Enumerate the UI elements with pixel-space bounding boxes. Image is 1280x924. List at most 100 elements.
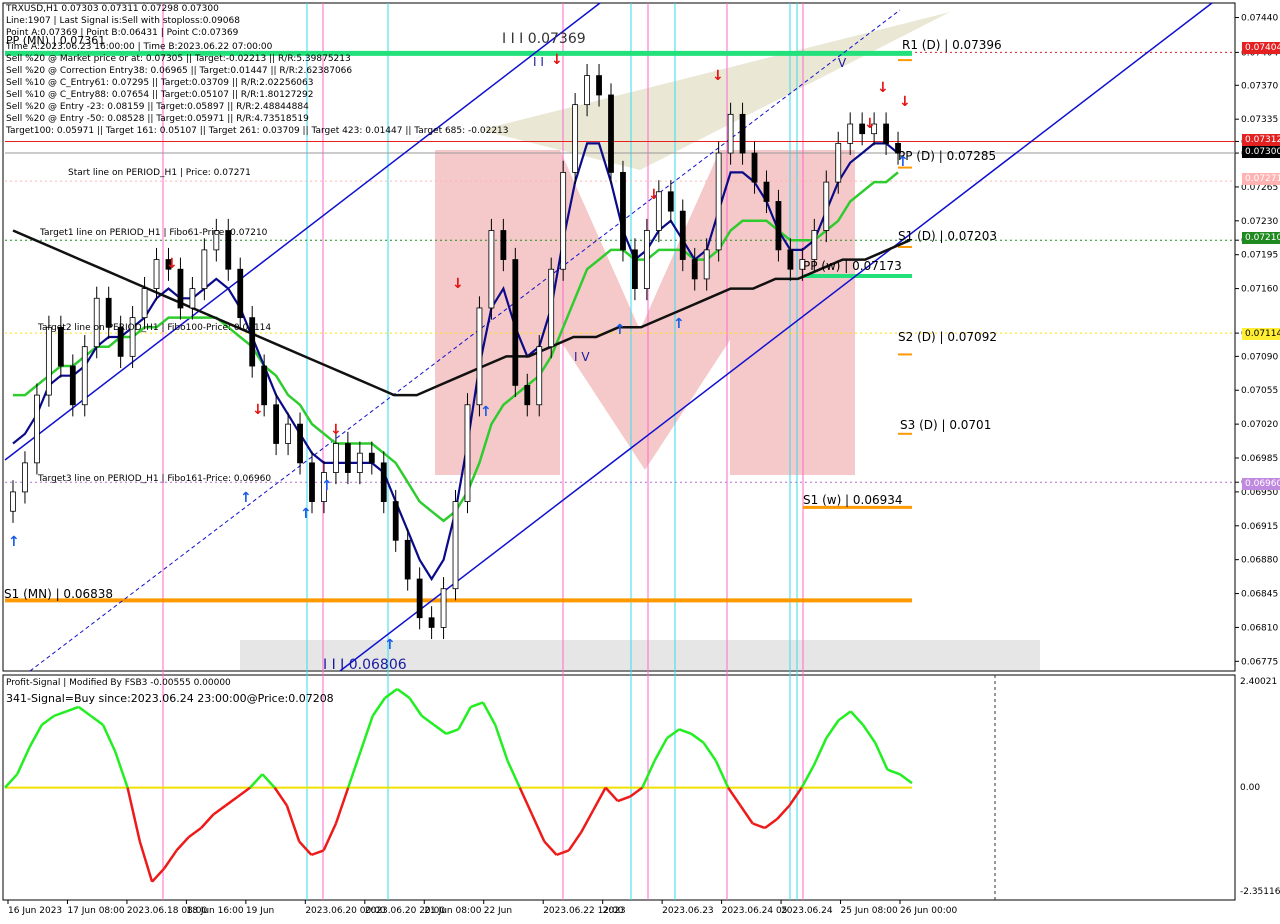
- indicator-segment-38: [457, 706, 472, 730]
- price-tag-target1: 0.07210: [1242, 232, 1280, 244]
- indicator-segment-12: [138, 841, 154, 883]
- candle-body-56: [679, 210, 686, 260]
- indicator-segment-33: [396, 687, 411, 699]
- target3-label: Target3 line on PERIOD_H1 | Fibo161-Pric…: [38, 474, 272, 484]
- s2-d-label: S2 (D) | 0.07092: [898, 330, 997, 344]
- indicator-segment-45: [543, 840, 558, 856]
- candle-body-57: [691, 259, 698, 280]
- indicator-segment-3: [28, 724, 43, 748]
- candle-body-15: [189, 288, 196, 309]
- candle-body-48: [584, 75, 590, 106]
- candle-body-52: [632, 249, 638, 289]
- indicator-segment-16: [188, 826, 202, 838]
- candle-body-21: [261, 365, 268, 406]
- indicator-segment-15: [175, 836, 190, 852]
- signal-line-0: Sell %20 @ Market price or at: 0.07305 |…: [6, 54, 351, 64]
- indicator-segment-65: [788, 786, 803, 807]
- buy-arrow-icon-0: ↑: [8, 534, 20, 550]
- price-tick-label-13: 0.07055: [1241, 386, 1278, 396]
- price-tick-label-20: 0.06845: [1241, 590, 1278, 600]
- buy-arrow-icon-7: ↑: [673, 316, 685, 332]
- indicator-segment-71: [861, 724, 877, 744]
- time-tick-label-8: 22 Jun: [484, 906, 512, 916]
- indicator-segment-56: [678, 728, 692, 735]
- indicator-segment-68: [825, 719, 840, 739]
- indicator-segment-64: [776, 804, 791, 820]
- indicator-segment-24: [285, 805, 301, 842]
- indicator-segment-14: [163, 849, 178, 870]
- signal-line-4: Sell %20 @ Entry -23: 0.08159 || Target:…: [6, 102, 309, 112]
- time-tick-label-0: 16 Jun 2023: [8, 906, 62, 916]
- indicator-segment-41: [494, 724, 509, 762]
- indicator-segment-61: [739, 804, 754, 825]
- indicator-axis-zero: 0.00: [1240, 783, 1261, 793]
- indicator-segment-1: [4, 773, 19, 789]
- price-chart[interactable]: ↓↓↓↓↓↓↓↓↓↓↑↑↑↑↑↑↑↑↑ 0.074400.074040.0737…: [0, 0, 1280, 920]
- indicator-segment-43: [518, 787, 534, 816]
- sell-arrow-icon-6: ↓: [712, 68, 724, 84]
- indicator-segment-67: [812, 737, 828, 766]
- buy-arrow-icon-6: ↑: [614, 322, 626, 338]
- time-tick-label-12: 2023.06.24 05: [722, 906, 788, 916]
- candle-body-6: [81, 346, 88, 406]
- time-tick-label-13: 2023.06.24: [781, 906, 833, 916]
- candle-body-64: [775, 201, 782, 251]
- indicator-segment-50: [604, 786, 619, 802]
- candle-body-11: [141, 288, 148, 319]
- indicator-segment-13: [151, 867, 166, 883]
- indicator-segment-10: [114, 751, 129, 789]
- indicator-segment-42: [506, 760, 521, 789]
- price-tag-target2: 0.07114: [1242, 328, 1280, 340]
- line-info: Line:1907 | Last Signal is:Sell with sto…: [6, 16, 240, 26]
- indicator-segment-48: [579, 809, 595, 834]
- time-info: Time A:2023.06.23 16:00:00 | Time B:2023…: [6, 42, 273, 52]
- indicator-segment-70: [849, 710, 864, 726]
- indicator-segment-59: [714, 760, 730, 789]
- price-tick-label-9: 0.07195: [1241, 251, 1278, 261]
- price-tag-r1: 0.07404: [1242, 42, 1280, 54]
- buy-arrow-icon-2: ↑: [300, 506, 312, 522]
- candle-body-24: [297, 423, 303, 464]
- indicator-segment-17: [200, 813, 215, 829]
- candle-body-40: [488, 230, 495, 309]
- price-tick-label-21: 0.06810: [1241, 623, 1278, 633]
- indicator-segment-52: [629, 786, 644, 798]
- candle-body-67: [811, 230, 818, 260]
- buy-arrow-icon-1: ↑: [240, 490, 252, 506]
- candle-body-61: [739, 113, 746, 154]
- candle-body-36: [440, 588, 447, 628]
- s3-d-label: S3 (D) | 0.0701: [900, 418, 992, 432]
- sell-arrow-icon-5: ↓: [648, 187, 660, 203]
- indicator-segment-25: [298, 840, 313, 856]
- target1-label: Target1 line on PERIOD_H1 | Fibo61-Price…: [40, 228, 268, 238]
- indicator-segment-72: [874, 742, 889, 771]
- time-tick-label-10: 2023: [603, 906, 626, 916]
- price-tick-label-19: 0.06880: [1241, 556, 1278, 566]
- indicator-segment-26: [310, 849, 325, 857]
- indicator-segment-58: [702, 742, 717, 762]
- candle-body-59: [715, 152, 722, 251]
- indicator-segment-32: [384, 687, 398, 699]
- candle-body-32: [392, 501, 399, 541]
- candle-body-38: [464, 404, 471, 502]
- indicator-segment-63: [764, 818, 778, 829]
- sell-arrow-icon-7: ↓: [864, 116, 876, 132]
- candle-body-27: [333, 443, 339, 473]
- candle-body-41: [500, 230, 507, 260]
- chart-window[interactable]: ↓↓↓↓↓↓↓↓↓↓↑↑↑↑↑↑↑↑↑ 0.074400.074040.0737…: [0, 0, 1280, 920]
- pp-w-label: PP (w) | 0.07173: [803, 259, 902, 273]
- candle-body-63: [763, 181, 770, 202]
- price-tick-label-14: 0.07020: [1241, 420, 1278, 430]
- wave-v-label: V: [838, 56, 847, 70]
- indicator-segment-27: [322, 822, 338, 851]
- indicator-segment-44: [530, 814, 546, 842]
- indicator-segment-51: [617, 795, 631, 803]
- candle-body-3: [45, 326, 52, 396]
- indicator-segment-73: [887, 768, 901, 776]
- indicator-segment-9: [101, 724, 117, 753]
- time-tick-label-14: 25 Jun 08:00: [841, 906, 898, 916]
- indicator-segment-47: [567, 831, 583, 852]
- wave-ii-label: I I: [533, 55, 544, 69]
- price-tick-label-2: 0.07370: [1241, 81, 1278, 91]
- indicator-segment-37: [445, 728, 459, 735]
